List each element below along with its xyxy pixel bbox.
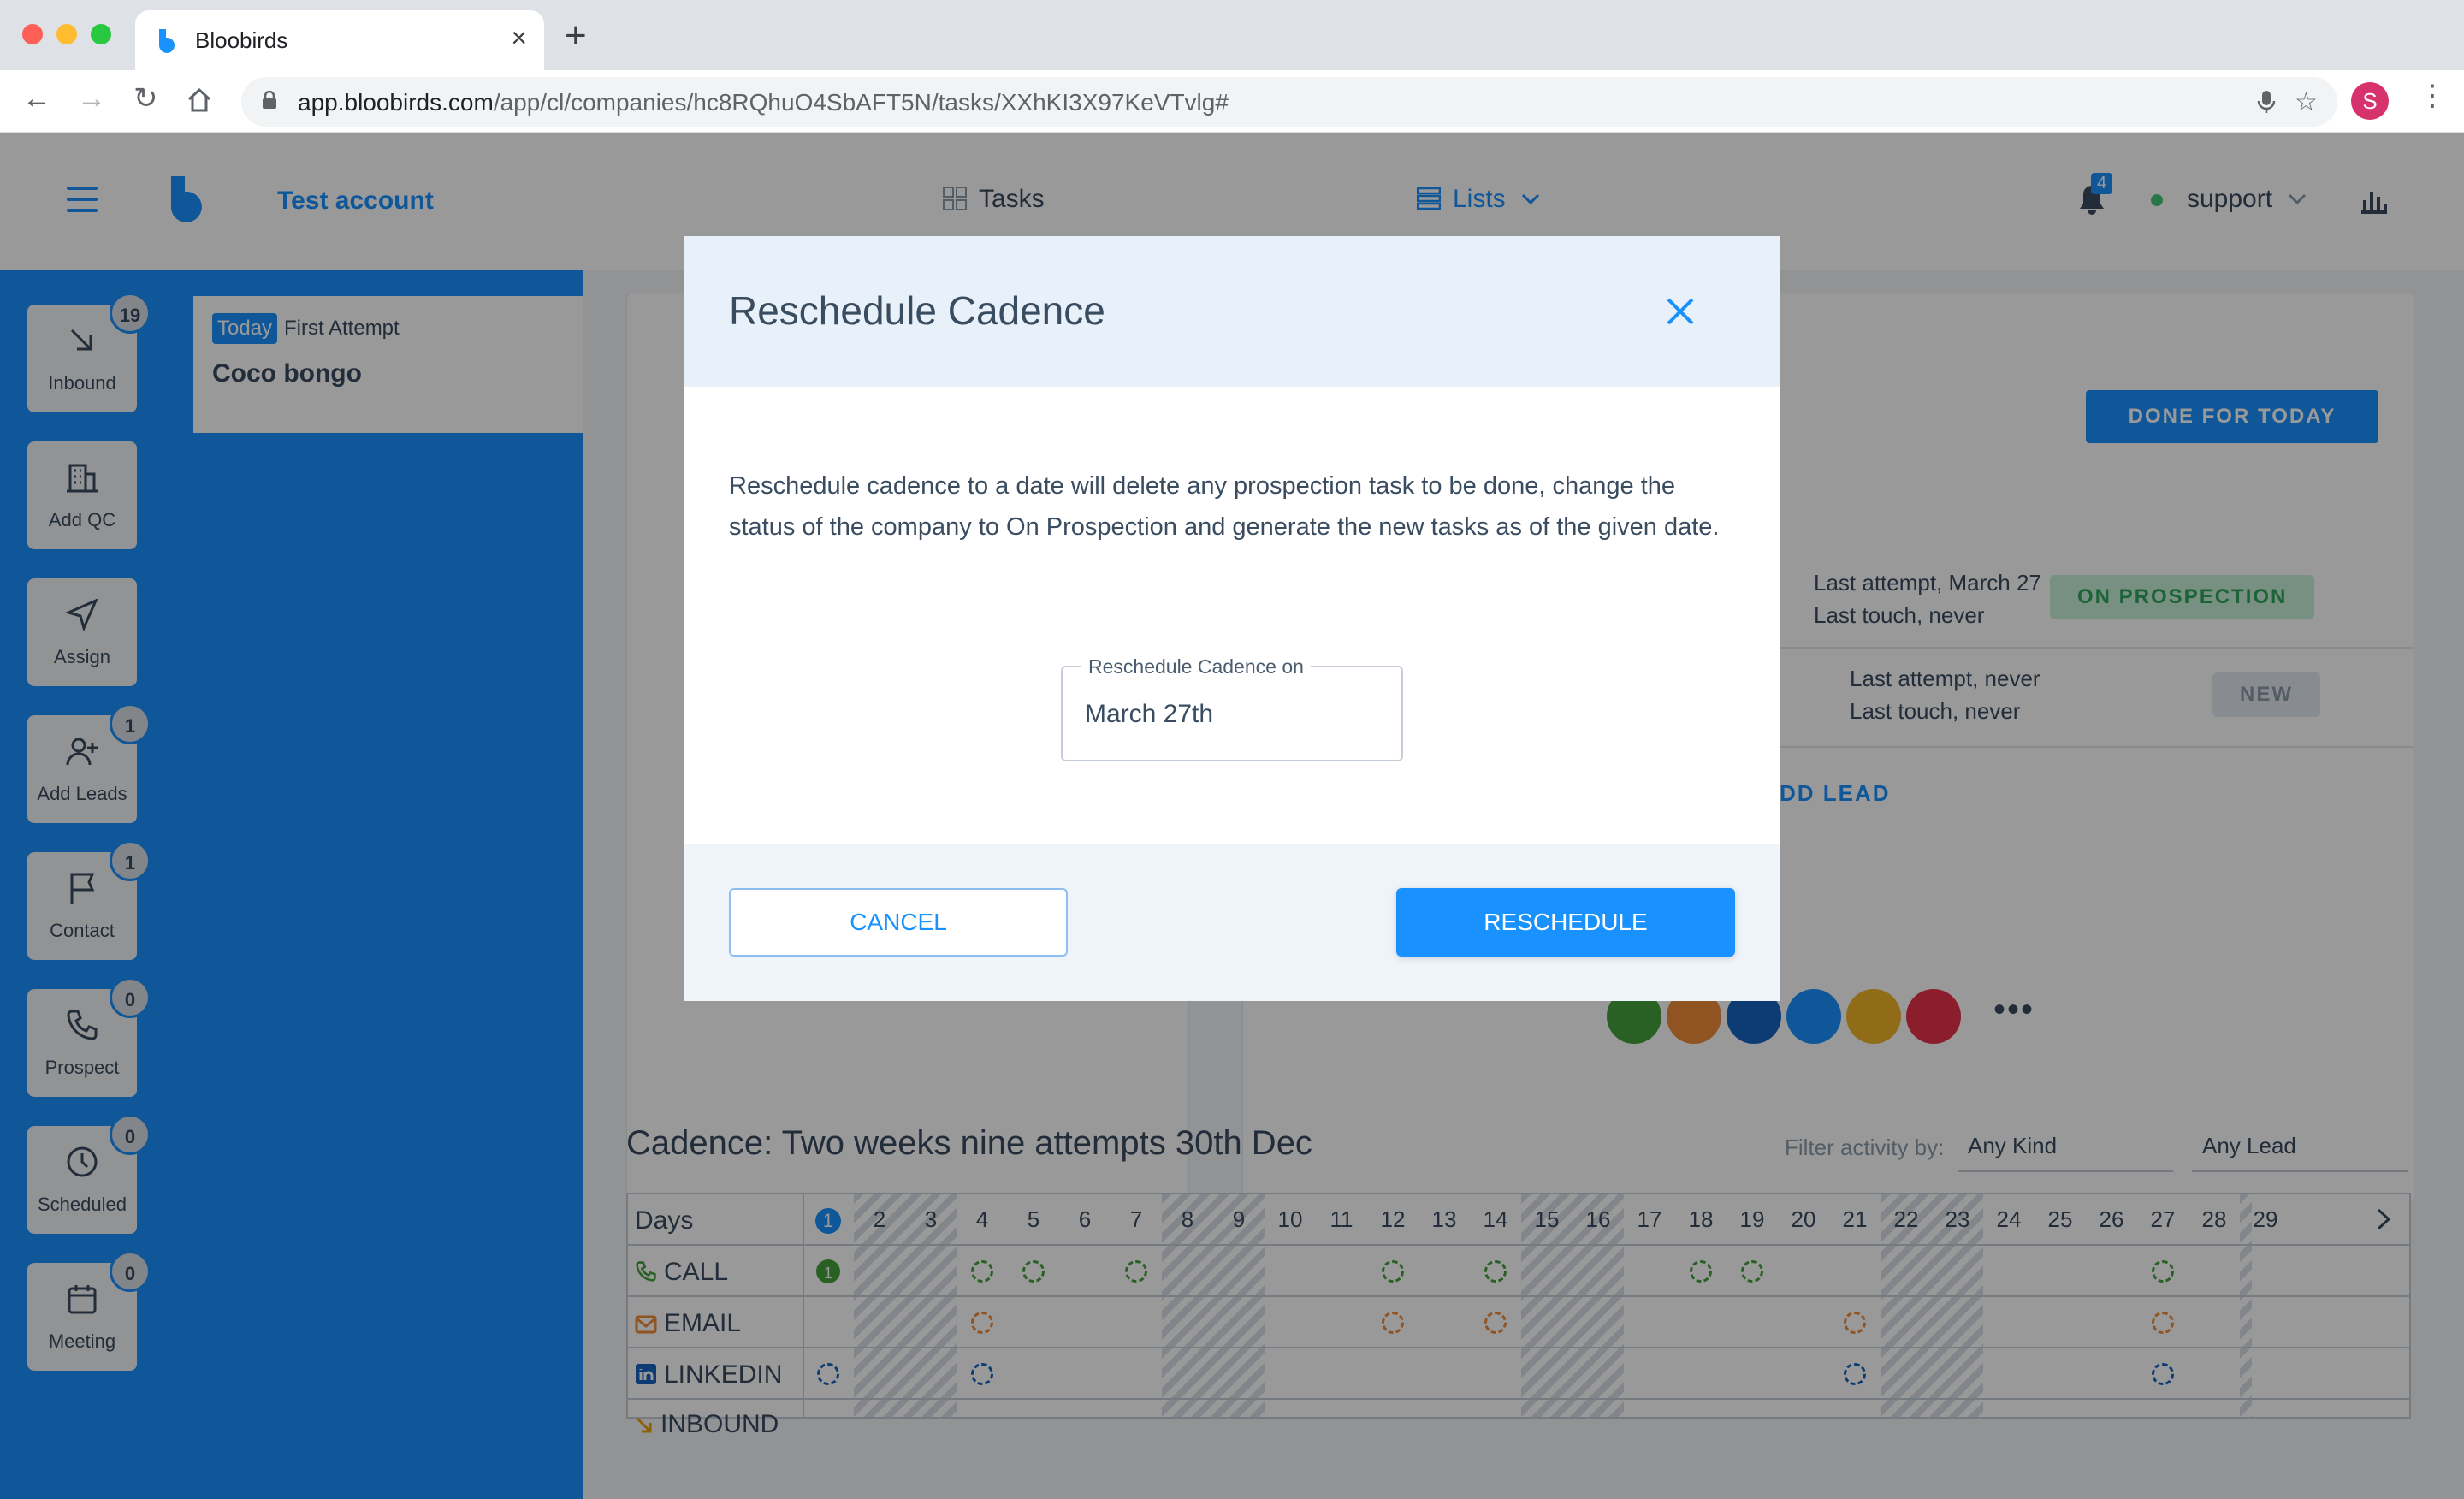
browser-toolbar: ← → ↻ app.bloobirds.com/app/cl/companies… — [0, 70, 2464, 133]
cancel-button[interactable]: CANCEL — [729, 888, 1068, 957]
bookmark-star-icon[interactable]: ☆ — [2295, 87, 2318, 117]
modal-title: Reschedule Cadence — [729, 288, 1105, 333]
close-icon[interactable] — [1661, 293, 1699, 330]
modal-header: Reschedule Cadence — [684, 236, 1780, 387]
modal-description: Reschedule cadence to a date will delete… — [729, 472, 1720, 541]
home-icon[interactable] — [187, 87, 212, 113]
reschedule-date-field[interactable]: Reschedule Cadence on March 27th — [1061, 655, 1403, 761]
reschedule-button[interactable]: RESCHEDULE — [1396, 888, 1735, 957]
url-text: app.bloobirds.com/app/cl/companies/hc8RQ… — [298, 89, 1229, 116]
reschedule-date-label: Reschedule Cadence on — [1081, 655, 1311, 678]
modal-footer: CANCEL RESCHEDULE — [684, 844, 1780, 1001]
reschedule-date-value: March 27th — [1085, 700, 1214, 728]
tab-title: Bloobirds — [195, 27, 288, 53]
lock-icon — [263, 91, 276, 109]
microphone-icon[interactable] — [2257, 89, 2276, 115]
browser-tab[interactable]: Bloobirds × — [135, 10, 544, 70]
window-close-button[interactable] — [22, 24, 43, 44]
window-zoom-button[interactable] — [91, 24, 111, 44]
forward-arrow-icon[interactable]: → — [77, 84, 106, 113]
back-arrow-icon[interactable]: ← — [22, 84, 51, 113]
profile-avatar[interactable]: S — [2351, 82, 2389, 120]
reload-icon[interactable]: ↻ — [133, 84, 158, 113]
tab-close-icon[interactable]: × — [511, 22, 527, 54]
browser-tabbar: Bloobirds × + — [0, 0, 2464, 70]
reschedule-cadence-modal: Reschedule Cadence Reschedule cadence to… — [684, 236, 1780, 1001]
browser-menu-icon[interactable]: ⋮ — [2418, 79, 2447, 113]
window-minimize-button[interactable] — [56, 24, 77, 44]
new-tab-button[interactable]: + — [565, 17, 587, 55]
address-bar[interactable]: app.bloobirds.com/app/cl/companies/hc8RQ… — [241, 77, 2337, 127]
bloobirds-favicon-icon — [159, 29, 175, 53]
